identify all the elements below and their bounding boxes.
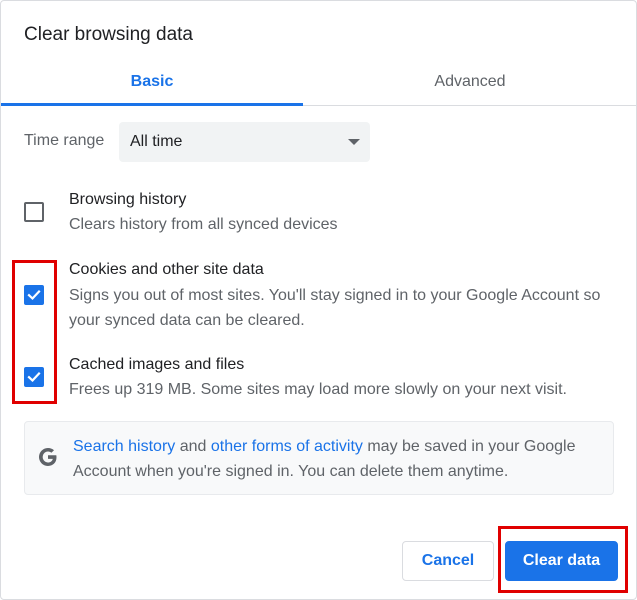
search-history-link[interactable]: Search history bbox=[73, 438, 175, 455]
cancel-button[interactable]: Cancel bbox=[402, 541, 494, 581]
info-connector-text: and bbox=[175, 438, 211, 455]
tab-basic[interactable]: Basic bbox=[1, 59, 303, 106]
activity-info-box: Search history and other forms of activi… bbox=[24, 421, 614, 495]
clear-button-highlight-box bbox=[498, 526, 628, 593]
dialog-title: Clear browsing data bbox=[24, 24, 193, 45]
checkbox-highlight-box bbox=[12, 260, 57, 404]
option-title: Browsing history bbox=[69, 191, 187, 208]
time-range-select[interactable]: All time bbox=[119, 122, 370, 162]
option-description: Clears history from all synced devices bbox=[69, 216, 338, 233]
option-description: Frees up 319 MB. Some sites may load mor… bbox=[69, 381, 567, 398]
google-g-icon bbox=[37, 446, 59, 470]
checkbox-browsing-history[interactable] bbox=[24, 202, 44, 222]
option-title: Cookies and other site data bbox=[69, 261, 264, 278]
other-activity-link[interactable]: other forms of activity bbox=[211, 438, 363, 455]
tab-bar: Basic Advanced bbox=[1, 59, 636, 106]
time-range-value: All time bbox=[130, 133, 183, 150]
option-description: Signs you out of most sites. You'll stay… bbox=[69, 287, 601, 329]
clear-browsing-data-dialog: Clear browsing data Basic Advanced Time … bbox=[0, 0, 637, 600]
tab-advanced[interactable]: Advanced bbox=[319, 59, 621, 105]
option-title: Cached images and files bbox=[69, 356, 245, 373]
activity-info-text: Search history and other forms of activi… bbox=[73, 434, 603, 484]
time-range-label: Time range bbox=[24, 132, 105, 149]
dropdown-arrow-icon bbox=[348, 139, 360, 145]
